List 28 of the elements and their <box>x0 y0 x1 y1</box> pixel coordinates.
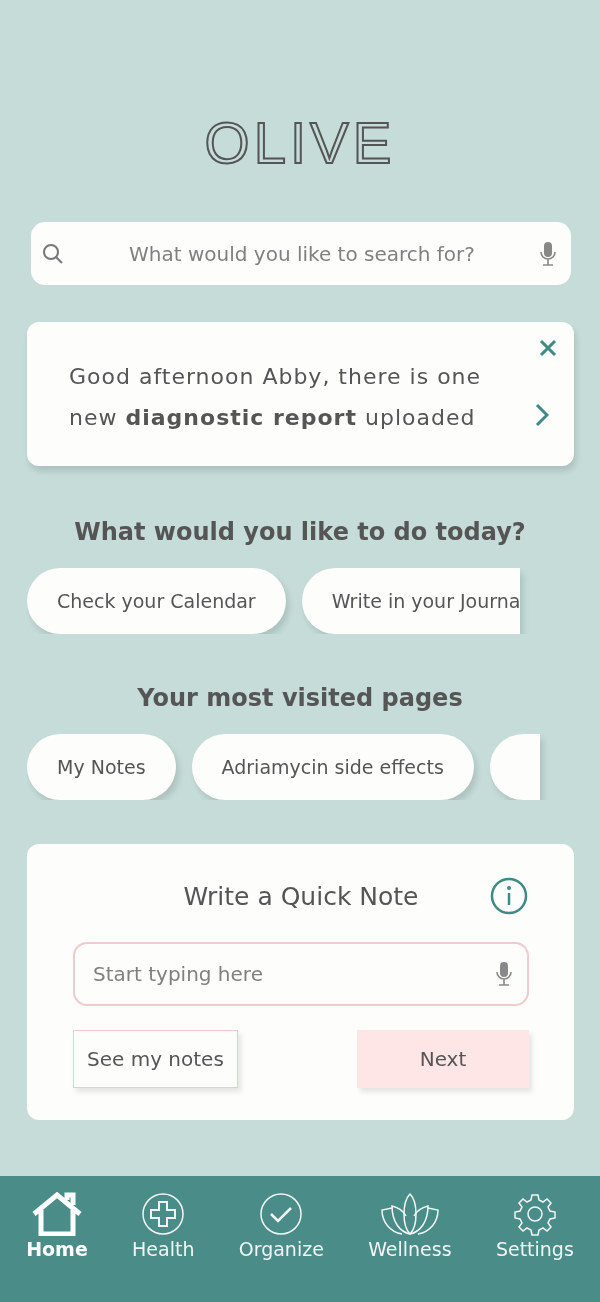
microphone-icon[interactable] <box>495 961 513 987</box>
nav-tab[interactable]: Organize <box>236 1188 326 1264</box>
card-title: Write a Quick Note <box>183 881 419 911</box>
search-field[interactable]: What would you like to search for? <box>31 222 571 285</box>
section-heading: What would you like to do today? <box>74 518 526 546</box>
checkmark-circle-icon <box>259 1192 304 1236</box>
next-button[interactable]: Next <box>357 1030 529 1088</box>
page-chip[interactable]: My Notes <box>27 734 176 800</box>
info-icon[interactable] <box>489 876 529 916</box>
app-logo: OLIVE <box>204 109 396 177</box>
see-notes-button[interactable]: See my notes <box>73 1030 238 1088</box>
action-chip[interactable]: Check your Calendar <box>27 568 286 634</box>
search-icon <box>41 241 65 266</box>
notification-text: Good afternoon Abby, there is one new diagnostic report uploaded <box>69 363 483 432</box>
note-input-field[interactable]: Start typing here <box>73 942 529 1006</box>
nav-tab[interactable]: Home <box>24 1188 90 1264</box>
page-chip[interactable]: Adriamycin side effects <box>191 734 474 800</box>
lotus-icon <box>379 1192 440 1236</box>
section-heading: Your most visited pages <box>137 684 463 712</box>
nav-tab[interactable]: Wellness <box>366 1188 454 1264</box>
microphone-icon[interactable] <box>539 240 557 267</box>
close-icon[interactable] <box>538 338 558 358</box>
gear-icon <box>512 1192 557 1236</box>
chevron-right-icon[interactable] <box>535 403 549 427</box>
medical-cross-icon <box>141 1192 186 1236</box>
nav-tab[interactable]: Settings <box>493 1188 576 1264</box>
action-chip[interactable]: Write in your Journa <box>301 568 521 634</box>
nav-tab[interactable]: Health <box>130 1188 197 1264</box>
